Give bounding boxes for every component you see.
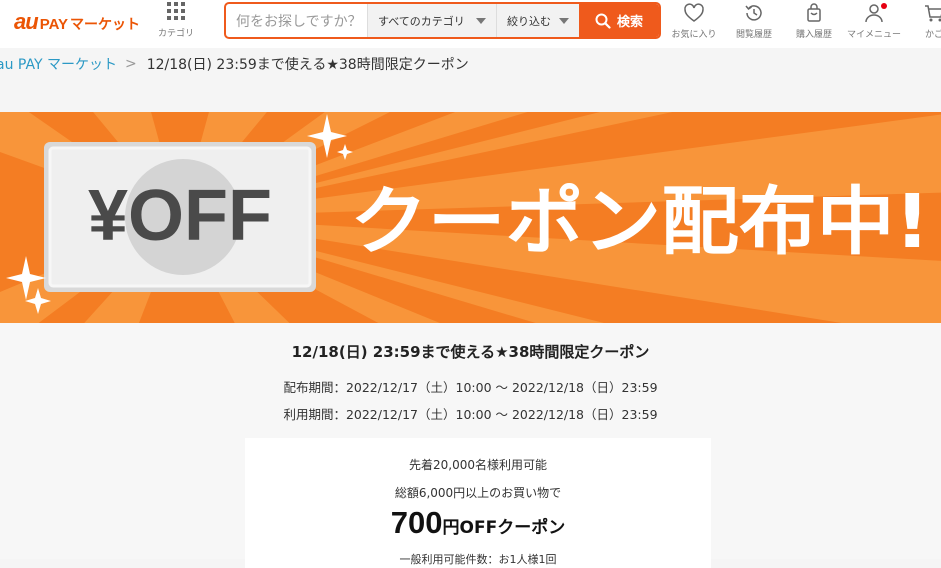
distribution-period: 配布期間：2022/12/17（土）10:00 ～ 2022/12/18（日）2…: [0, 377, 941, 396]
nav-mymenu[interactable]: マイメニュー: [844, 2, 904, 40]
breadcrumb-separator: >: [125, 56, 137, 72]
search-bar: 何をお探しですか？ すべてのカテゴリ 絞り込む 検索: [224, 2, 661, 39]
badge-text: ¥OFF: [88, 176, 272, 256]
coupon-title: 12/18(日) 23:59まで使える★38時間限定クーポン: [0, 341, 941, 362]
nav-purchases[interactable]: 購入履歴: [784, 2, 844, 40]
coupon-limit: 先着20,000名様利用可能: [245, 456, 711, 473]
breadcrumb-current: 12/18(日) 23:59まで使える★38時間限定クーポン: [147, 54, 469, 74]
breadcrumb: au PAY マーケット > 12/18(日) 23:59まで使える★38時間限…: [0, 48, 941, 80]
category-label: カテゴリ: [150, 26, 202, 39]
yen-off-badge: ¥OFF: [44, 142, 316, 292]
search-icon: [595, 13, 611, 29]
nav-mymenu-label: マイメニュー: [844, 27, 904, 40]
nav-cart[interactable]: かご: [904, 2, 941, 40]
nav-purchases-label: 購入履歴: [784, 27, 844, 40]
banner-headline: クーポン配布中!: [350, 179, 930, 265]
filter-select-label: 絞り込む: [507, 13, 551, 29]
site-logo[interactable]: au PAY マーケット: [14, 9, 140, 35]
nav-history-label: 閲覧履歴: [724, 27, 784, 40]
site-header: au PAY マーケット カテゴリ 何をお探しですか？ すべてのカテゴリ 絞り込…: [0, 0, 941, 48]
cart-icon: [923, 2, 941, 24]
logo-pay: PAY: [40, 16, 68, 33]
coupon-banner: ¥OFF クーポン配布中!: [0, 112, 941, 323]
filter-select[interactable]: 絞り込む: [496, 4, 579, 37]
breadcrumb-home-link[interactable]: au PAY マーケット: [0, 54, 117, 74]
category-select[interactable]: すべてのカテゴリ: [367, 4, 496, 37]
logo-market: マーケット: [70, 14, 140, 34]
search-button-label: 検索: [617, 11, 643, 30]
history-icon: [743, 2, 765, 24]
notification-dot: [881, 3, 887, 9]
coupon-condition: 総額6,000円以上のお買い物で: [245, 484, 711, 501]
header-nav: お気に入り 閲覧履歴 購入履歴 マイメニュー かご: [664, 2, 941, 40]
coupon-amount-value: 700: [391, 505, 443, 540]
coupon-amount-unit: 円OFFクーポン: [443, 518, 566, 538]
search-input[interactable]: 何をお探しですか？: [226, 4, 367, 37]
category-select-label: すべてのカテゴリ: [378, 13, 465, 29]
chevron-down-icon: [559, 18, 569, 24]
purchase-bag-icon: [803, 2, 825, 24]
coupon-details: 12/18(日) 23:59まで使える★38時間限定クーポン 配布期間：2022…: [0, 323, 941, 559]
nav-cart-label: かご: [904, 27, 941, 40]
grid-icon: [167, 2, 185, 20]
category-menu-button[interactable]: カテゴリ: [150, 2, 202, 39]
search-button[interactable]: 検索: [579, 4, 659, 37]
heart-icon: [683, 2, 705, 24]
nav-favorites-label: お気に入り: [664, 27, 724, 40]
coupon-usage-limit: 一般利用可能件数：お1人様1回: [245, 551, 711, 567]
coupon-card: 先着20,000名様利用可能 総額6,000円以上のお買い物で 700円OFFク…: [245, 438, 711, 568]
nav-favorites[interactable]: お気に入り: [664, 2, 724, 40]
nav-history[interactable]: 閲覧履歴: [724, 2, 784, 40]
chevron-down-icon: [476, 18, 486, 24]
usage-period: 利用期間：2022/12/17（土）10:00 ～ 2022/12/18（日）2…: [0, 404, 941, 423]
logo-au: au: [14, 9, 38, 35]
coupon-amount: 700円OFFクーポン: [245, 505, 711, 541]
